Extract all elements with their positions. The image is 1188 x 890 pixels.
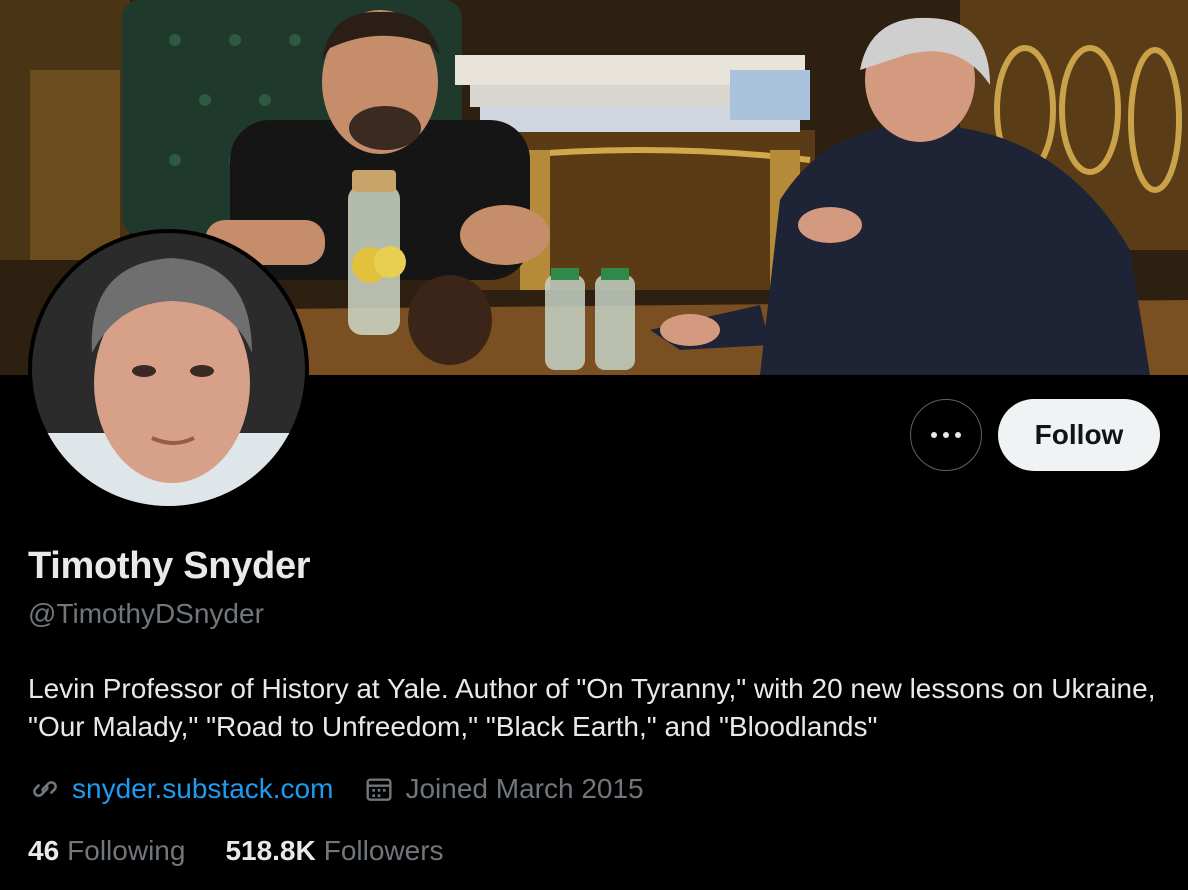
calendar-icon <box>366 778 392 801</box>
joined-date: Joined March 2015 <box>405 773 644 804</box>
following-count: 46 <box>28 835 60 866</box>
follow-button[interactable]: Follow <box>998 399 1160 471</box>
joined-item: Joined March 2015 <box>363 773 644 805</box>
following-stat[interactable]: 46 Following <box>28 835 185 867</box>
avatar-photo <box>32 233 305 506</box>
profile-bio: Levin Professor of History at Yale. Auth… <box>28 673 1156 742</box>
website-link[interactable]: snyder.substack.com <box>72 773 333 805</box>
followers-count: 518.8K <box>225 835 316 866</box>
profile-name: Timothy Snyder <box>28 545 311 587</box>
website-item: snyder.substack.com <box>28 772 333 806</box>
followers-stat[interactable]: 518.8K Followers <box>225 835 443 867</box>
profile-stats: 46 Following 518.8K Followers <box>28 835 484 867</box>
more-options-button[interactable] <box>910 399 982 471</box>
more-horizontal-icon <box>931 432 961 438</box>
profile-handle: @TimothyDSnyder <box>28 598 264 629</box>
link-icon <box>33 781 57 797</box>
following-label: Following <box>67 835 186 866</box>
profile-meta: snyder.substack.com Joined March 2015 <box>28 772 644 806</box>
followers-label: Followers <box>323 835 444 866</box>
profile-avatar[interactable] <box>28 229 309 510</box>
